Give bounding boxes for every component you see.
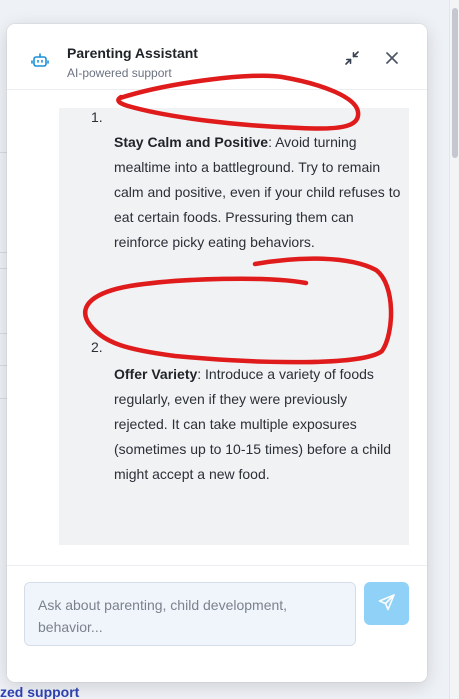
collapse-arrows-icon [344, 50, 360, 71]
list-item: Stay Calm and Positive: Avoid turning me… [114, 130, 402, 255]
list-item-body: : Introduce a variety of foods regularly… [114, 366, 392, 482]
chat-header: Parenting Assistant AI-powered support [7, 24, 427, 90]
chat-subtitle: AI-powered support [67, 66, 172, 80]
send-button[interactable] [364, 582, 409, 625]
composer [7, 565, 427, 682]
list-item-heading: Stay Calm and Positive [114, 134, 269, 150]
close-icon [385, 51, 399, 70]
list-item-number: 2. [91, 339, 103, 355]
send-icon [378, 593, 396, 614]
message-list[interactable]: 1. Stay Calm and Positive: Avoid turning… [7, 90, 427, 565]
list-item-number: 1. [91, 109, 103, 125]
minimize-button[interactable] [343, 50, 361, 71]
chat-title: Parenting Assistant [67, 45, 198, 61]
list-item-heading: Offer Variety [114, 366, 198, 382]
page-scrollbar-thumb[interactable] [452, 8, 458, 158]
list-item: Offer Variety: Introduce a variety of fo… [114, 362, 402, 487]
message-input[interactable] [24, 582, 356, 646]
close-button[interactable] [383, 51, 401, 69]
background-footer-link[interactable]: zed support [0, 684, 79, 699]
list-item-body: : Avoid turning mealtime into a battlegr… [114, 134, 401, 250]
robot-icon [31, 51, 49, 69]
chat-widget: Parenting Assistant AI-powered support 1… [7, 24, 427, 682]
